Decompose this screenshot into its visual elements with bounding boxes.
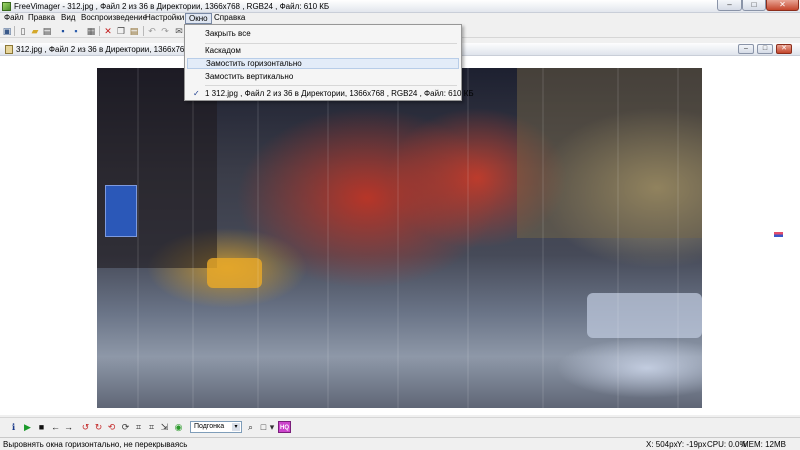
menu-open-window-label: 1 312.jpg , Файл 2 из 36 в Директории, 1… xyxy=(205,89,474,98)
menu-separator xyxy=(205,43,457,44)
image-rain-streak xyxy=(257,68,259,408)
menu-file[interactable]: Файл xyxy=(1,13,27,24)
menu-cascade[interactable]: Каскадом xyxy=(187,45,459,56)
window-menu-dropdown: Закрыть все Каскадом Замостить горизонта… xyxy=(184,24,474,101)
status-hint: Выровнять окна горизонтально, не перекры… xyxy=(3,440,188,449)
minimize-icon: – xyxy=(727,0,732,9)
menu-bar: Файл Правка Вид Воспроизведение Настройк… xyxy=(0,13,800,24)
status-memory: MEM: 12MB xyxy=(742,440,787,449)
app-title: FreeVimager - 312.jpg , Файл 2 из 36 в Д… xyxy=(14,2,330,11)
minimize-button[interactable]: – xyxy=(717,0,742,11)
child-close-button[interactable]: ✕ xyxy=(776,44,792,54)
chevron-down-icon: ▾ xyxy=(232,423,240,431)
monitor-icon[interactable]: ▣ xyxy=(2,26,12,36)
child-minimize-button[interactable]: – xyxy=(738,44,754,54)
maximize-button[interactable]: □ xyxy=(742,0,766,11)
menu-help[interactable]: Справка xyxy=(211,13,248,24)
image-rain-streak xyxy=(137,68,139,408)
next-icon[interactable]: → xyxy=(63,421,74,433)
image-rain-streak xyxy=(192,68,194,408)
close-icon: ✕ xyxy=(779,0,786,9)
image-building-right xyxy=(517,68,702,238)
open-folder-icon[interactable]: ▰ xyxy=(30,26,40,36)
fit-mode-select[interactable]: Подгонка ▾ xyxy=(190,421,242,433)
menu-close-all[interactable]: Закрыть все xyxy=(187,28,459,39)
language-flag-icon xyxy=(774,232,783,237)
stop-icon[interactable]: ■ xyxy=(36,421,47,433)
menu-tile-vertical[interactable]: Замостить вертикально xyxy=(187,71,459,82)
rotate-right-icon[interactable]: ↻ xyxy=(93,421,104,433)
menu-window[interactable]: Окно xyxy=(185,13,212,24)
playback-toolbar: ℹ ▶ ■ ← → ↺ ↻ ⟲ ⟳ ⌗ ⌗ ⇲ ◉ Подгонка ▾ ⌕ □… xyxy=(0,417,800,436)
print-icon[interactable]: ▤ xyxy=(42,26,52,36)
menu-edit[interactable]: Правка xyxy=(25,13,58,24)
image-rain-streak xyxy=(542,68,544,408)
toolbar-separator xyxy=(14,26,15,36)
status-cpu: CPU: 0.0% xyxy=(707,440,747,449)
image-rain-streak xyxy=(617,68,619,408)
menu-open-window-312[interactable]: ✓ 1 312.jpg , Файл 2 из 36 в Директории,… xyxy=(187,88,474,99)
close-icon: ✕ xyxy=(781,45,787,52)
save-icon[interactable]: ▪ xyxy=(58,26,68,36)
color-palette-icon[interactable]: ◉ xyxy=(173,421,184,433)
app-logo-icon xyxy=(2,2,11,11)
hq-toggle-button[interactable]: HQ xyxy=(278,421,291,433)
email-icon[interactable]: ✉ xyxy=(174,26,184,36)
image-rain-streak xyxy=(467,68,469,408)
undo-icon[interactable]: ↶ xyxy=(147,26,157,36)
previous-icon[interactable]: ← xyxy=(50,421,61,433)
crop-lossless-icon[interactable]: ⌗ xyxy=(146,421,157,433)
image-rain-streak xyxy=(327,68,329,408)
save-as-icon[interactable]: ▪ xyxy=(71,26,81,36)
menu-separator xyxy=(205,85,457,86)
minimize-icon: – xyxy=(744,45,748,52)
crop-icon[interactable]: ⌗ xyxy=(133,421,144,433)
scan-icon[interactable]: ▦ xyxy=(86,26,96,36)
redo-icon[interactable]: ↷ xyxy=(160,26,170,36)
paste-icon[interactable]: ▤ xyxy=(129,26,139,36)
fit-mode-value: Подгонка xyxy=(194,423,225,430)
delete-icon[interactable]: ✕ xyxy=(103,26,113,36)
resize-icon[interactable]: ⇲ xyxy=(159,421,170,433)
info-icon[interactable]: ℹ xyxy=(8,421,19,433)
toolbar-separator xyxy=(143,26,144,36)
dropdown-arrow-icon[interactable]: ▾ xyxy=(268,421,276,433)
image-taxi xyxy=(207,258,262,288)
refresh-icon[interactable]: ⟳ xyxy=(120,421,131,433)
document-icon xyxy=(5,45,13,54)
checkmark-icon: ✓ xyxy=(193,89,200,98)
maximize-icon: □ xyxy=(762,45,768,52)
close-button[interactable]: ✕ xyxy=(766,0,799,11)
zoom-icon[interactable]: ⌕ xyxy=(245,421,256,433)
menu-view[interactable]: Вид xyxy=(58,13,78,24)
toolbar-separator xyxy=(99,26,100,36)
menu-playback[interactable]: Воспроизведение xyxy=(78,13,150,24)
image-street-sign xyxy=(105,185,137,237)
image-rain-streak xyxy=(677,68,679,408)
rotate-left-icon[interactable]: ↺ xyxy=(80,421,91,433)
rotate-lossless-icon[interactable]: ⟲ xyxy=(106,421,117,433)
app-title-bar[interactable]: FreeVimager - 312.jpg , Файл 2 из 36 в Д… xyxy=(0,0,800,13)
status-x-coordinate: X: 504px xyxy=(646,440,678,449)
status-bar: Выровнять окна горизонтально, не перекры… xyxy=(0,437,800,450)
status-y-coordinate: Y: -19px xyxy=(677,440,707,449)
image-rain-streak xyxy=(397,68,399,408)
maximize-icon: □ xyxy=(751,0,757,9)
displayed-image[interactable] xyxy=(97,68,702,408)
play-icon[interactable]: ▶ xyxy=(22,421,33,433)
menu-settings[interactable]: Настройки xyxy=(142,13,187,24)
new-file-icon[interactable]: ▯ xyxy=(18,26,28,36)
copy-icon[interactable]: ❐ xyxy=(116,26,126,36)
child-maximize-button[interactable]: □ xyxy=(757,44,773,54)
menu-tile-horizontal[interactable]: Замостить горизонтально xyxy=(187,58,459,69)
image-car xyxy=(587,293,702,338)
